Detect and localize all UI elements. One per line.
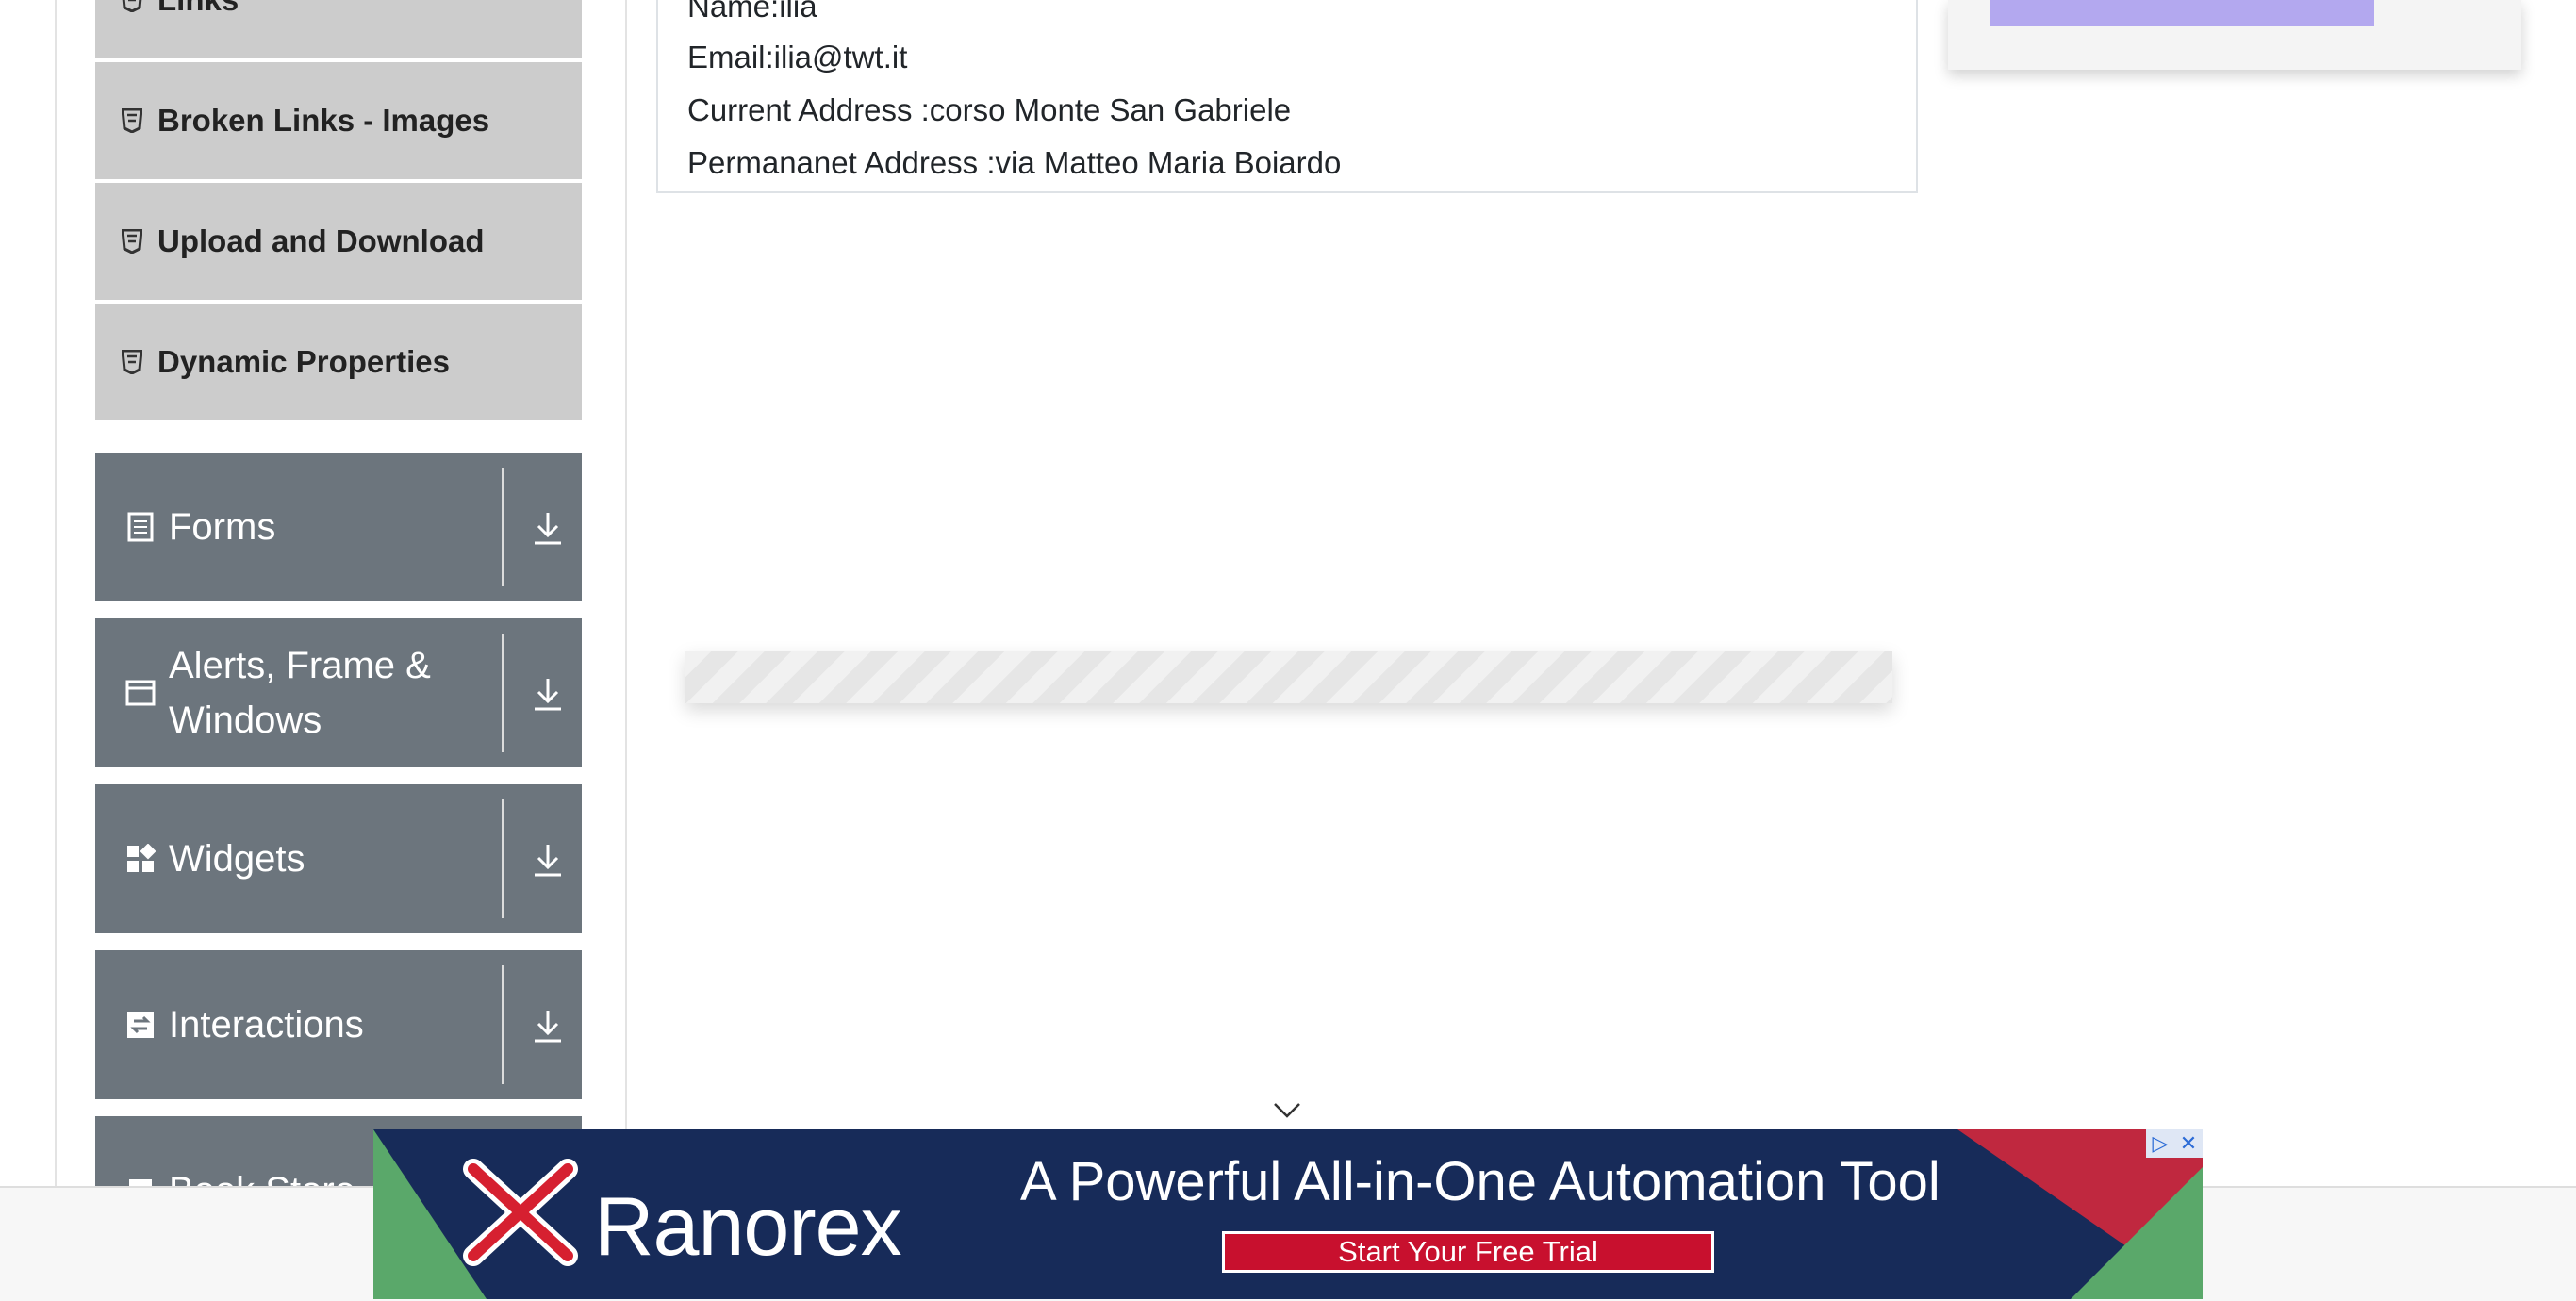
download-icon[interactable]: [531, 841, 565, 879]
group-divider: [502, 468, 504, 586]
sidebar-item-upload-download[interactable]: Upload and Download: [95, 183, 582, 300]
group-label: Forms: [169, 506, 276, 548]
output-name: Name:ilia: [687, 0, 817, 24]
sidebar-item-label: Dynamic Properties: [157, 344, 450, 379]
output-permanent-address: Permananet Address :via Matteo Maria Boi…: [687, 145, 1342, 180]
sidebar-item-broken-links[interactable]: Broken Links - Images: [95, 62, 582, 179]
sidebar-item-label: Links: [157, 0, 239, 18]
banner-brand: Ranorex: [594, 1179, 902, 1273]
form-icon: [127, 512, 154, 542]
sidebar-item-dynamic-properties[interactable]: Dynamic Properties: [95, 304, 582, 420]
sidebar-group-forms[interactable]: Forms: [95, 453, 582, 601]
start-trial-button[interactable]: Start Your Free Trial: [1222, 1231, 1714, 1273]
widgets-icon: [127, 844, 156, 872]
group-divider: [502, 634, 504, 752]
chevron-down-icon[interactable]: [1271, 1098, 1303, 1121]
ad-strip[interactable]: [685, 650, 1892, 703]
adchoices[interactable]: ▷ ✕: [2146, 1129, 2203, 1158]
html5-icon: [122, 108, 142, 133]
sidebar-item-label: Upload and Download: [157, 223, 485, 258]
interactions-icon: [127, 1012, 154, 1038]
sidebar-item-label: Broken Links - Images: [157, 103, 490, 138]
bookstore-icon: [129, 1179, 152, 1186]
output-current-address: Current Address :corso Monte San Gabriel…: [687, 92, 1292, 127]
sidebar-divider: [625, 0, 627, 1186]
ad-card[interactable]: [1948, 0, 2521, 70]
output-email: Email:ilia@twt.it: [687, 40, 908, 74]
group-label: Book Store: [169, 1163, 355, 1186]
sidebar-item-links[interactable]: Links: [95, 0, 582, 58]
left-border: [55, 0, 57, 1186]
group-label: Widgets: [169, 838, 305, 880]
banner-decoration: [2071, 1167, 2203, 1299]
ad-image: [1990, 0, 2374, 26]
group-label: Interactions: [169, 1004, 364, 1046]
html5-icon: [122, 229, 142, 254]
adchoices-icon[interactable]: ▷: [2146, 1129, 2174, 1158]
ranorex-logo-icon: [463, 1159, 578, 1266]
form-output: Name:ilia Email:ilia@twt.it Current Addr…: [656, 0, 1918, 193]
close-icon[interactable]: ✕: [2174, 1129, 2203, 1158]
sidebar-group-widgets[interactable]: Widgets: [95, 784, 582, 933]
banner-headline: A Powerful All-in-One Automation Tool: [1020, 1151, 1940, 1212]
download-icon[interactable]: [531, 1007, 565, 1045]
group-label: Alerts, Frame & Windows: [169, 645, 431, 741]
sidebar-group-interactions[interactable]: Interactions: [95, 950, 582, 1099]
html5-icon: [122, 0, 142, 12]
ad-banner[interactable]: Ranorex A Powerful All-in-One Automation…: [373, 1129, 2203, 1299]
download-icon[interactable]: [531, 509, 565, 547]
sidebar-group-alerts[interactable]: Alerts, Frame & Windows: [95, 618, 582, 767]
group-divider: [502, 799, 504, 918]
download-icon[interactable]: [531, 675, 565, 713]
window-icon: [125, 680, 156, 706]
group-divider: [502, 965, 504, 1084]
html5-icon: [122, 350, 142, 374]
